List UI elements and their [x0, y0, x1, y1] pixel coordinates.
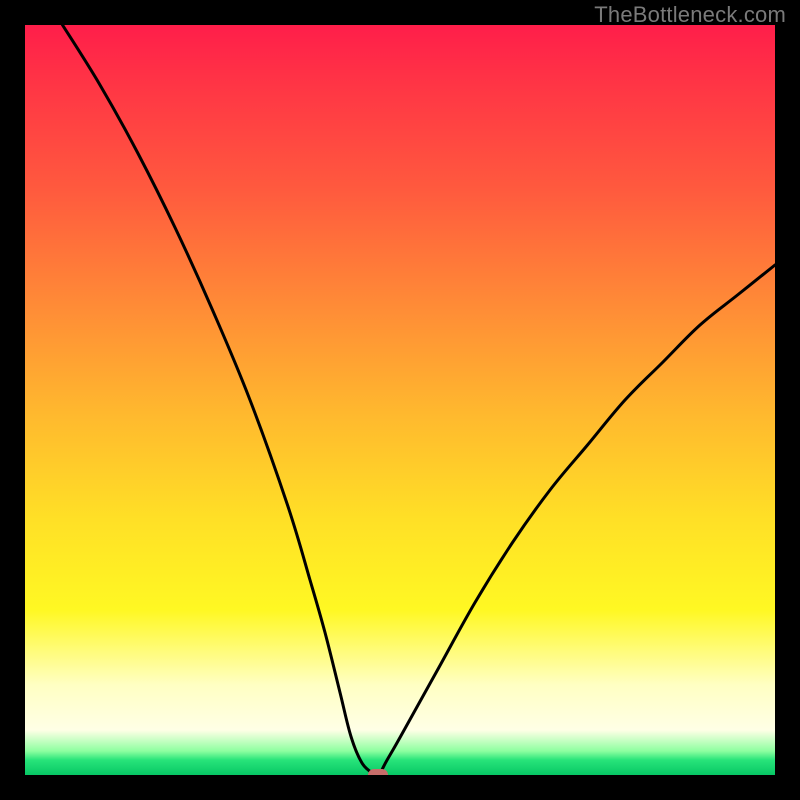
- chart-frame: TheBottleneck.com: [0, 0, 800, 800]
- curve-left-branch: [63, 25, 376, 775]
- minimum-marker: [368, 769, 388, 775]
- bottleneck-curve: [25, 25, 775, 775]
- plot-area: [25, 25, 775, 775]
- curve-right-branch: [380, 265, 775, 775]
